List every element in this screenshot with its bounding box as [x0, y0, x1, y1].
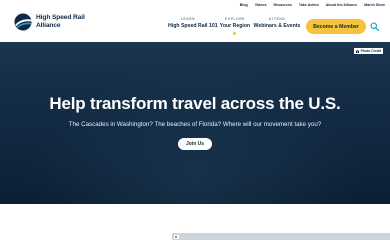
photo-credit-button[interactable]: Photo Credit: [354, 48, 383, 54]
nav-kicker: ATTEND: [268, 17, 286, 21]
util-link-march-store[interactable]: March Store: [364, 3, 385, 7]
image-placeholder-icon: [174, 234, 179, 239]
nav-title: Webinars & Events: [253, 22, 301, 29]
util-link-resources[interactable]: Resources: [273, 3, 291, 7]
media-block: [172, 233, 390, 240]
nav-title: Your Region: [219, 22, 251, 29]
active-nav-indicator: [233, 32, 236, 35]
search-button[interactable]: [370, 22, 379, 31]
util-link-take-action[interactable]: Take Action: [299, 3, 319, 7]
photo-credit-label: Photo Credit: [360, 49, 381, 53]
nav-item-explore[interactable]: EXPLORE Your Region: [216, 17, 254, 29]
nav-item-learn[interactable]: LEARN High Speed Rail 101: [168, 17, 218, 29]
nav-title: High Speed Rail 101: [168, 22, 218, 29]
camera-icon: [356, 49, 360, 53]
join-us-button[interactable]: Join Us: [178, 138, 212, 150]
hero-subtitle: The Cascades in Washington? The beaches …: [68, 121, 322, 128]
search-icon: [370, 22, 379, 31]
hero-banner: Photo Credit Help transform travel acros…: [0, 42, 390, 204]
hero-title: Help transform travel across the U.S.: [49, 94, 341, 113]
nav-kicker: EXPLORE: [225, 17, 245, 21]
nav-kicker: LEARN: [180, 17, 196, 21]
nav-item-attend[interactable]: ATTEND Webinars & Events: [253, 17, 301, 29]
util-link-videos[interactable]: Videos: [255, 3, 267, 7]
utility-nav: Blog Videos Resources Take Action About …: [240, 3, 385, 7]
become-member-button[interactable]: Become a Member: [306, 19, 366, 34]
util-link-blog[interactable]: Blog: [240, 3, 248, 7]
util-link-about[interactable]: About the Alliance: [326, 3, 357, 7]
site-header: High Speed Rail Alliance Blog Videos Res…: [0, 0, 390, 40]
